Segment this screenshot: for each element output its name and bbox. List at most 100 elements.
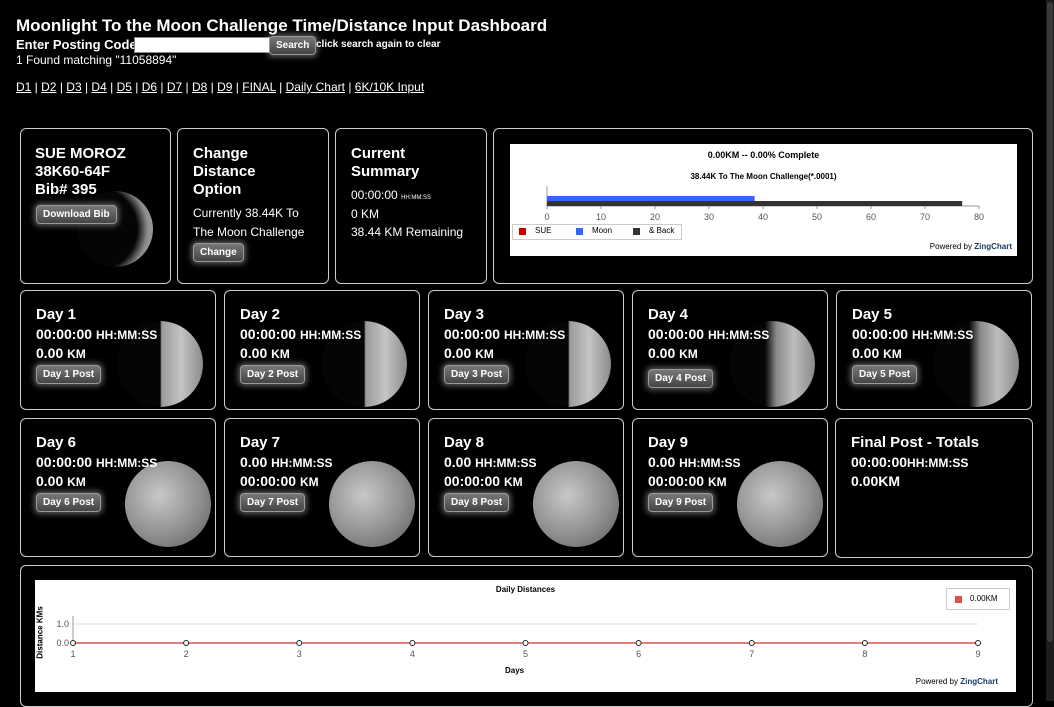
day-title: Day 5 [852,306,893,323]
day-time: 00:00:00 HH:MM:SS [852,325,973,344]
moon-phase-image [533,461,619,547]
runner-name: SUE MOROZ [35,145,126,162]
legend-swatch-back [633,228,640,235]
daily-chart-credit[interactable]: Powered by ZingChart [916,677,998,686]
x-tick-label: 0 [544,212,549,222]
data-point [748,640,755,646]
day-line-2-value: 0.00 [648,345,676,361]
x-tick-label: 40 [758,212,768,222]
final-time-unit: HH:MM:SS [907,456,969,470]
moon-phase-image [125,461,211,547]
search-result-text: 1 Found matching "11058894" [16,53,177,67]
day-line-1-value: 0.00 [240,454,268,470]
scrollbar-thumb[interactable] [1047,2,1053,642]
nav-d2[interactable]: D2 [41,80,56,94]
progress-chart-credit[interactable]: Powered by ZingChart [930,242,1012,251]
day-time: 00:00:00 HH:MM:SS [36,453,157,472]
day-line-1-value: 00:00:00 [444,326,501,342]
distance-heading-3: Option [193,181,242,198]
distance-option-card: Change Distance Option Currently 38.44K … [177,128,329,284]
day-1-post-button[interactable]: Day 1 Post [36,365,102,384]
nav-d4[interactable]: D4 [91,80,106,94]
legend-label-moon: Moon [592,226,613,235]
summary-time: 00:00:00 HH:MM:SS [351,188,431,202]
y-tick-label: 0.0 [56,638,69,648]
day-7-post-button[interactable]: Day 7 Post [240,493,306,512]
daily-chart-svg: 1.0 0.01 2 3 4 5 6 7 8 9 [56,616,981,659]
nav-d1[interactable]: D1 [16,80,31,94]
day-line-2-value: 00:00:00 [240,473,297,489]
zingchart-brand: ZingChart [974,242,1012,251]
summary-heading-2: Summary [351,163,420,180]
day-line-2-value: 0.00 [36,473,64,489]
final-time-value: 00:00:00 [851,454,908,470]
day-line-2-value: 0.00 [36,345,64,361]
day-6-post-button[interactable]: Day 6 Post [36,493,102,512]
day-distance: 0.00 KM [852,344,902,363]
x-tick-label: 4 [410,649,415,659]
day-line-1-unit: HH:MM:SS [679,456,741,470]
progress-chart: 0.00KM -- 0.00% Complete 38.44K To The M… [510,144,1017,256]
day-time: 0.00 HH:MM:SS [444,453,536,472]
search-button[interactable]: Search [269,36,317,55]
moon-phase-image [329,461,415,547]
scrollbar[interactable] [1046,0,1054,701]
distance-heading-2: Distance [193,163,256,180]
day-4-post-button[interactable]: Day 4 Post [648,369,714,388]
day-distance: 0.00 KM [444,344,494,363]
data-point [183,640,190,646]
nav-d6[interactable]: D6 [142,80,157,94]
change-distance-button[interactable]: Change [193,243,244,262]
runner-category: 38K60-64F [35,163,111,180]
download-bib-button[interactable]: Download Bib [36,205,117,224]
day-time: 00:00:00 HH:MM:SS [648,325,769,344]
day-line-1-value: 00:00:00 [852,326,909,342]
x-tick-label: 3 [297,649,302,659]
nav-d7[interactable]: D7 [167,80,182,94]
nav-d8[interactable]: D8 [192,80,207,94]
distance-heading-1: Change [193,145,249,162]
day-distance: 0.00 KM [36,472,86,491]
day-line-2-unit: KM [679,347,698,361]
day-title: Day 4 [648,306,689,323]
day-time: 0.00 HH:MM:SS [648,453,740,472]
x-tick-label: 6 [636,649,641,659]
day-distance: 0.00 KM [648,344,698,363]
posting-code-input[interactable] [134,37,270,53]
day-8-post-button[interactable]: Day 8 Post [444,493,510,512]
nav-final[interactable]: FINAL [242,80,276,94]
day-5-post-button[interactable]: Day 5 Post [852,365,918,384]
day-line-2-unit: KM [67,475,86,489]
summary-remaining: 38.44 KM Remaining [351,225,464,239]
nav-d5[interactable]: D5 [117,80,132,94]
day-card-2: Day 2 00:00:00 HH:MM:SS 0.00 KM Day 2 Post [224,290,420,410]
day-title: Day 2 [240,306,281,323]
y-tick-label: 1.0 [56,619,69,629]
nav-d9[interactable]: D9 [217,80,232,94]
final-totals-card: Final Post - Totals 00:00:00HH:MM:SS 0.0… [835,418,1033,558]
legend-label-sue: SUE [535,226,552,235]
day-card-6: Day 6 00:00:00 HH:MM:SS 0.00 KM Day 6 Post [20,418,216,557]
legend-swatch-sue [519,228,526,235]
day-card-7: Day 7 0.00 HH:MM:SS 00:00:00 KM Day 7 Post [224,418,420,557]
zingchart-brand: ZingChart [960,677,998,686]
bar-back [547,201,963,206]
x-tick-label: 2 [184,649,189,659]
day-title: Day 1 [36,306,77,323]
x-tick-label: 70 [920,212,930,222]
nav-daily-chart[interactable]: Daily Chart [286,80,345,94]
nav-d3[interactable]: D3 [66,80,81,94]
day-distance: 0.00 KM [36,344,86,363]
x-tick-label: 9 [975,649,980,659]
data-point [861,640,868,646]
day-title: Day 8 [444,434,485,451]
day-nav: D1 | D2 | D3 | D4 | D5 | D6 | D7 | D8 | … [16,80,425,94]
day-line-1-value: 00:00:00 [648,326,705,342]
day-line-2-value: 0.00 [852,345,880,361]
day-line-1-value: 0.00 [648,454,676,470]
legend-label-back: & Back [649,226,675,235]
day-3-post-button[interactable]: Day 3 Post [444,365,510,384]
day-9-post-button[interactable]: Day 9 Post [648,493,714,512]
nav-6k-10k-input[interactable]: 6K/10K Input [355,80,424,94]
day-2-post-button[interactable]: Day 2 Post [240,365,306,384]
